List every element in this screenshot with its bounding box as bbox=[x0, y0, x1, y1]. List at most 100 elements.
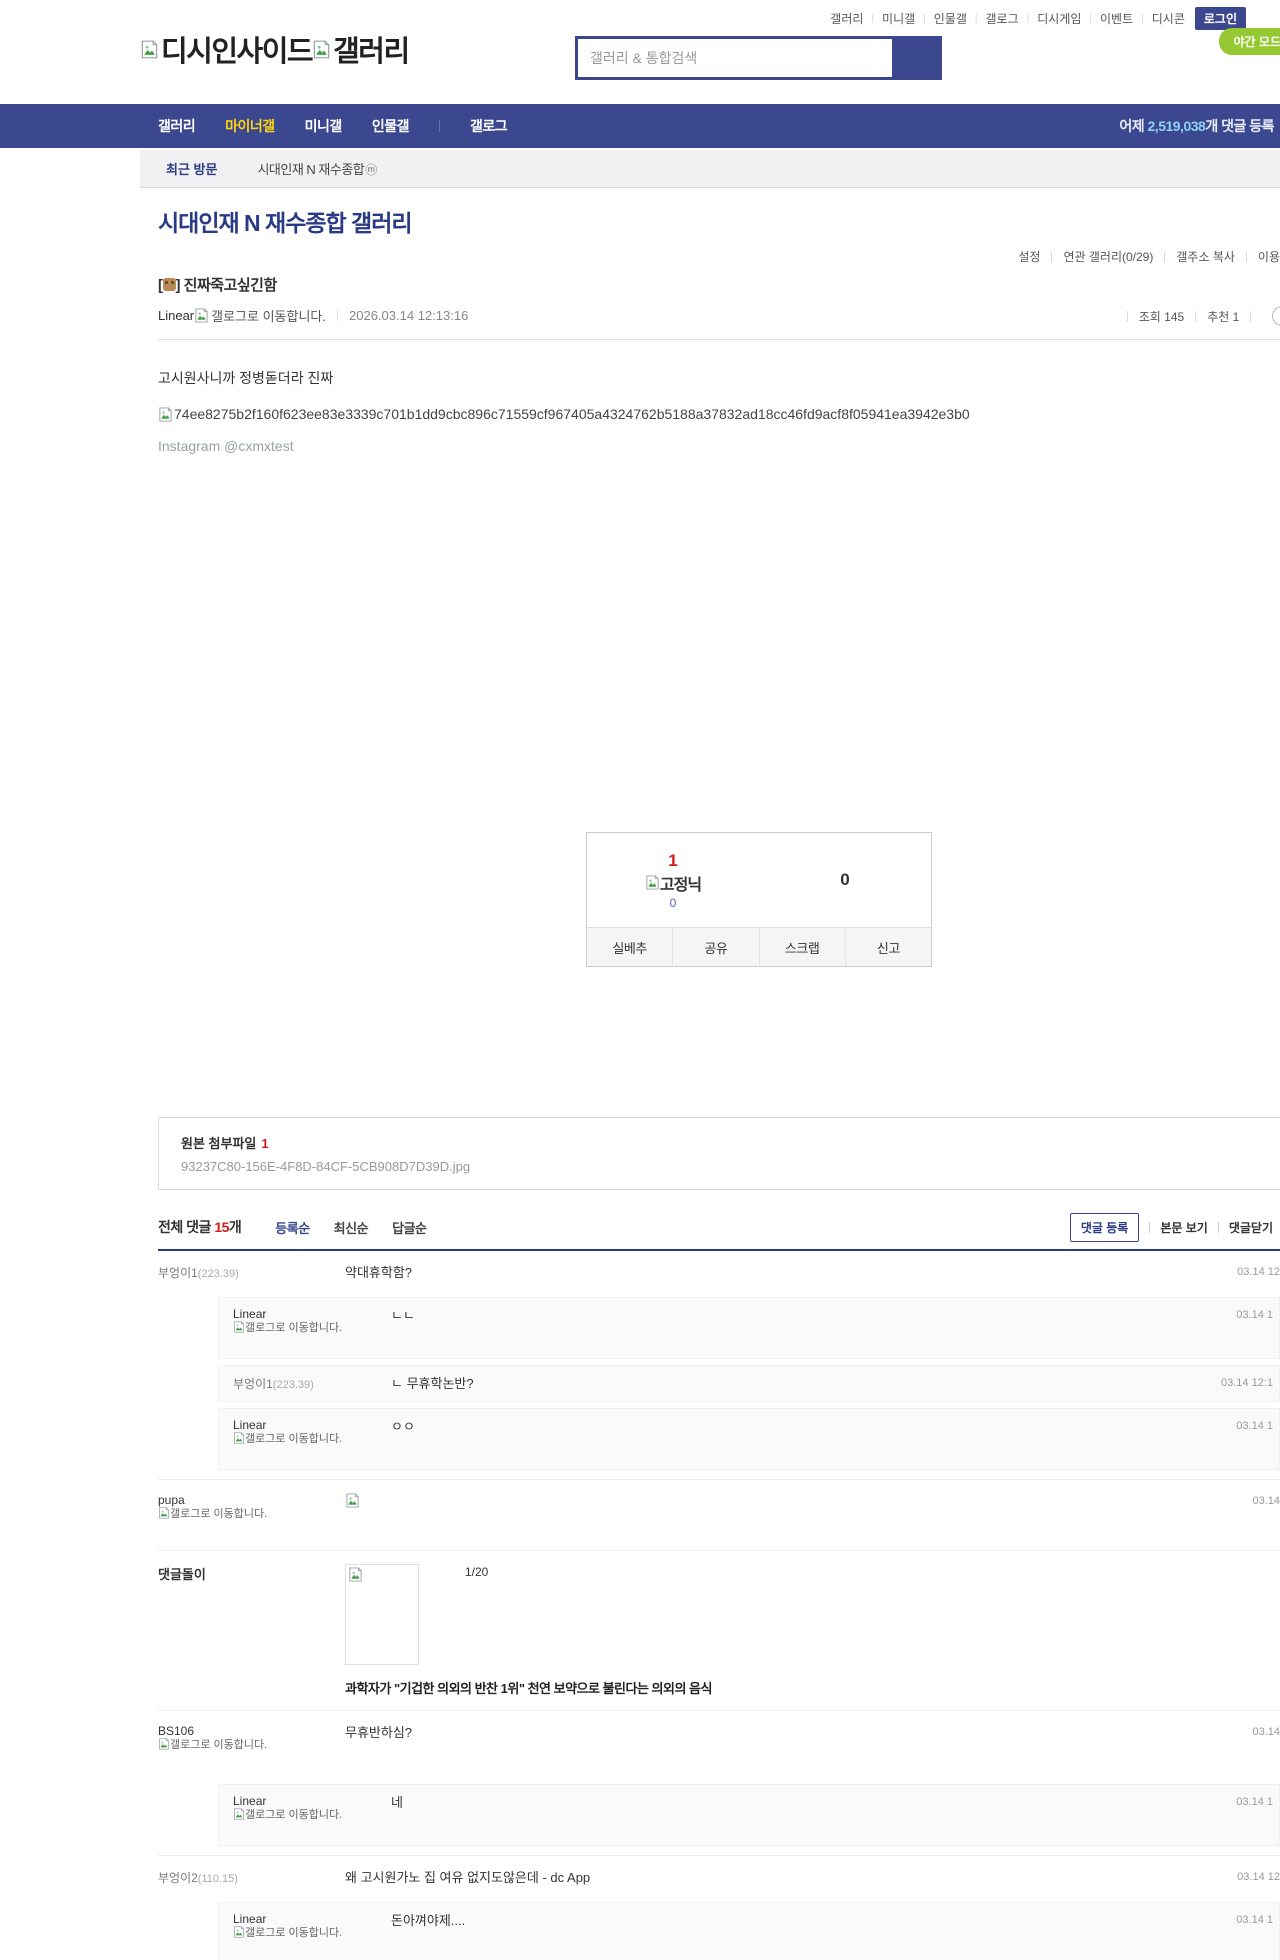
comment-count-pill[interactable]: 5 bbox=[1272, 306, 1280, 326]
comment-total-count: 15 bbox=[214, 1219, 229, 1235]
search-input[interactable] bbox=[575, 36, 892, 80]
author-name: Linear bbox=[233, 1794, 413, 1808]
post-body: 고시원사니까 정병돋더라 진짜 74ee8275b2f160f623ee83e3… bbox=[158, 368, 1280, 454]
comment-register-button[interactable]: 댓글 등록 bbox=[1070, 1213, 1140, 1242]
comment-sort-options: 등록순 최신순 답글순 bbox=[275, 1218, 426, 1237]
count-number: 2,519,038 bbox=[1148, 118, 1206, 134]
gnb-mini-gallery[interactable]: 미니갤 bbox=[305, 116, 342, 136]
comment-row: 부엉이1(223.39) 약대휴학함? 03.14 12 bbox=[158, 1254, 1280, 1291]
gallog-link-text: 갤로그로 이동합니다. bbox=[170, 1739, 267, 1751]
main-content: 시대인재 N 재수종합 갤러리 설정 연관 갤러리(0/29) 갤주소 복사 이… bbox=[158, 204, 1280, 1960]
close-comments-button[interactable]: 댓글닫기 bbox=[1229, 1219, 1273, 1236]
author-name: Linear bbox=[233, 1912, 413, 1926]
comment-time: 03.14 bbox=[1252, 1726, 1280, 1738]
bracket: [ bbox=[158, 277, 163, 294]
utilnav-event[interactable]: 이벤트 bbox=[1099, 10, 1134, 27]
reply-row: Linear갤로그로 이동합니다. 돈아껴야제.... 03.14 1 bbox=[218, 1902, 1280, 1960]
sort-reply[interactable]: 답글순 bbox=[392, 1218, 426, 1237]
category-owl-icon bbox=[163, 278, 176, 291]
divider bbox=[1051, 252, 1052, 262]
attachment-filename[interactable]: 93237C80-156E-4F8D-84CF-5CB908D7D39D.jpg bbox=[181, 1159, 1280, 1174]
comment-author[interactable]: BS106갤로그로 이동합니다. bbox=[158, 1724, 338, 1752]
bot-image-counter: 1/20 bbox=[465, 1564, 488, 1581]
related-galleries-link[interactable]: 연관 갤러리(0/29) bbox=[1063, 248, 1153, 265]
silbechu-button[interactable]: 실베추 bbox=[587, 928, 672, 966]
reply-row: Linear갤로그로 이동합니다. ㅇㅇ 03.14 1 bbox=[218, 1408, 1280, 1470]
author-name: pupa bbox=[158, 1493, 338, 1507]
post-title: [] 진짜죽고싶긴함 bbox=[158, 274, 1280, 295]
gnb-gallog[interactable]: 갤로그 bbox=[470, 116, 507, 136]
bot-broken-image[interactable] bbox=[345, 1564, 419, 1665]
comment-time: 03.14 1 bbox=[1236, 1914, 1273, 1926]
divider: | bbox=[1141, 13, 1144, 24]
utilnav-dccon[interactable]: 디시콘 bbox=[1151, 10, 1186, 27]
author-name: Linear bbox=[233, 1307, 413, 1321]
gallery-header-links: 설정 연관 갤러리(0/29) 갤주소 복사 이용 bbox=[1018, 248, 1280, 265]
comment-text: 돈아껴야제.... bbox=[391, 1912, 1194, 1929]
divider bbox=[439, 120, 440, 132]
gnb-minor-gallery[interactable]: 마이너갤 bbox=[225, 116, 275, 136]
copy-url-link[interactable]: 갤주소 복사 bbox=[1176, 248, 1235, 265]
utilnav-gallery[interactable]: 갤러리 bbox=[829, 10, 864, 27]
comment-group: pupa갤로그로 이동합니다. 03.14 bbox=[158, 1480, 1280, 1551]
downvote-area[interactable]: 0 bbox=[759, 833, 931, 927]
utilnav-dcgame[interactable]: 디시게임 bbox=[1036, 10, 1082, 27]
post-text-line: Instagram @cxmxtest bbox=[158, 438, 1280, 454]
settings-link[interactable]: 설정 bbox=[1018, 248, 1040, 265]
upvote-count: 1 bbox=[668, 851, 677, 871]
breadcrumb-gallery-link[interactable]: 시대인재 N 재수종합ⓜ bbox=[257, 159, 376, 178]
recent-visit-label[interactable]: 최근 방문 bbox=[166, 159, 217, 178]
comment-text: ㅇㅇ bbox=[391, 1418, 1194, 1435]
sort-registered[interactable]: 등록순 bbox=[275, 1218, 309, 1237]
gallog-link-text: 갤로그로 이동합니다. bbox=[245, 1322, 342, 1334]
author-name: 부엉이2 bbox=[158, 1871, 198, 1885]
comment-author[interactable]: Linear갤로그로 이동합니다. bbox=[233, 1794, 413, 1822]
gnb-gallery[interactable]: 갤러리 bbox=[158, 116, 195, 136]
page-title[interactable]: 시대인재 N 재수종합 갤러리 bbox=[158, 204, 1280, 238]
gallog-link[interactable]: 갤로그로 이동합니다. bbox=[211, 306, 326, 325]
comment-text: ㄴㄴ bbox=[391, 1307, 1194, 1324]
comment-text: 무휴반하심? bbox=[345, 1724, 1195, 1741]
comment-author[interactable]: Linear갤로그로 이동합니다. bbox=[233, 1418, 413, 1446]
utilnav-minigal[interactable]: 미니갤 bbox=[881, 10, 916, 27]
author-name: 댓글돌이 bbox=[158, 1567, 206, 1582]
utilnav-gallog[interactable]: 갤로그 bbox=[985, 10, 1020, 27]
login-button[interactable]: 로그인 bbox=[1195, 7, 1246, 30]
recommend-number: 1 bbox=[1233, 310, 1240, 324]
divider bbox=[158, 339, 1280, 340]
author-ip: (110.15) bbox=[198, 1873, 238, 1885]
comment-text: 약대휴학함? bbox=[345, 1264, 1195, 1281]
broken-image-icon bbox=[348, 1567, 363, 1582]
author-name: Linear bbox=[233, 1418, 413, 1432]
site-logo[interactable]: 디시인사이드 갤러리 bbox=[140, 28, 409, 70]
image-alt-text: 74ee8275b2f160f623ee83e3339c701b1dd9cbc8… bbox=[174, 406, 970, 422]
usage-guide-link[interactable]: 이용 bbox=[1258, 248, 1280, 265]
broken-image-icon bbox=[233, 1321, 245, 1333]
upvote-area[interactable]: 1 고정닉 0 bbox=[587, 833, 759, 927]
report-button[interactable]: 신고 bbox=[845, 928, 931, 966]
broken-image-icon bbox=[140, 40, 159, 59]
post-broken-image: 74ee8275b2f160f623ee83e3339c701b1dd9cbc8… bbox=[158, 406, 1280, 422]
comment-text: 네 bbox=[391, 1794, 1194, 1811]
comment-time: 03.14 1 bbox=[1236, 1309, 1273, 1321]
comment-author[interactable]: Linear갤로그로 이동합니다. bbox=[233, 1307, 413, 1335]
broken-image-icon bbox=[233, 1432, 245, 1444]
divider bbox=[337, 310, 338, 321]
search-button[interactable] bbox=[892, 36, 942, 80]
sort-newest[interactable]: 최신순 bbox=[334, 1218, 368, 1237]
bot-caption[interactable]: 과학자가 "기겁한 의외의 반찬 1위" 천연 보약으로 불린다는 의외의 음식 bbox=[345, 1680, 1195, 1697]
recommend-label: 추천 bbox=[1207, 310, 1232, 324]
attachment-box: 원본 첨부파일1 93237C80-156E-4F8D-84CF-5CB908D… bbox=[158, 1117, 1280, 1190]
comment-author: 부엉이2(110.15) bbox=[158, 1869, 338, 1887]
comment-row: BS106갤로그로 이동합니다. 무휴반하심? 03.14 bbox=[158, 1714, 1280, 1778]
comments-header: 전체 댓글 15개 등록순 최신순 답글순 댓글 등록 본문 보기 댓글닫기 bbox=[158, 1214, 1280, 1240]
post-author[interactable]: Linear bbox=[158, 308, 194, 323]
view-post-button[interactable]: 본문 보기 bbox=[1160, 1219, 1208, 1236]
utilnav-persongal[interactable]: 인물갤 bbox=[933, 10, 968, 27]
comment-author[interactable]: pupa갤로그로 이동합니다. bbox=[158, 1493, 338, 1521]
night-mode-toggle[interactable]: 야간 모드 bbox=[1219, 28, 1280, 55]
gnb-person-gallery[interactable]: 인물갤 bbox=[372, 116, 409, 136]
comment-author[interactable]: Linear갤로그로 이동합니다. bbox=[233, 1912, 413, 1940]
share-button[interactable]: 공유 bbox=[672, 928, 758, 966]
scrap-button[interactable]: 스크랩 bbox=[759, 928, 845, 966]
